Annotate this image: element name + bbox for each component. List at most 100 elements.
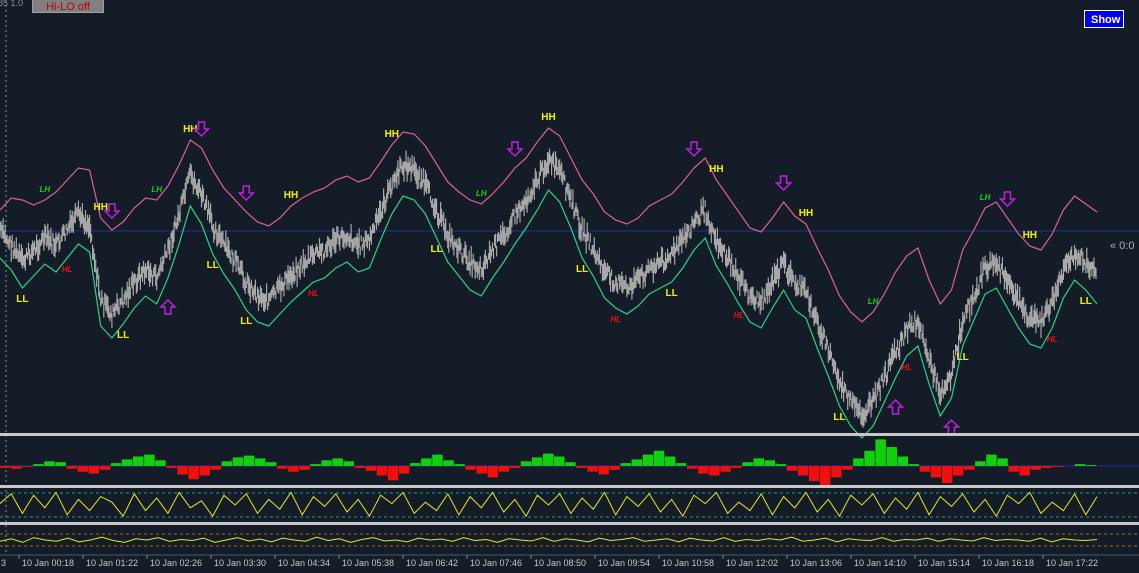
time-tick-label: 10 Jan 13:06 bbox=[790, 558, 842, 568]
swing-label-hh: HH bbox=[541, 112, 555, 123]
histogram-bar bbox=[941, 466, 953, 484]
time-tick-label: 10 Jan 05:38 bbox=[342, 558, 394, 568]
histogram-bar bbox=[808, 466, 820, 482]
histogram-bar bbox=[199, 466, 210, 476]
histogram-bar bbox=[33, 464, 44, 466]
histogram-bar bbox=[110, 463, 122, 466]
histogram-bar bbox=[310, 464, 321, 466]
histogram-bar bbox=[908, 464, 920, 466]
time-tick-label: 10 Jan 06:42 bbox=[406, 558, 458, 568]
histogram-bar bbox=[742, 462, 753, 466]
swing-label-lh: LH bbox=[39, 185, 50, 194]
histogram-bar bbox=[952, 466, 964, 476]
histogram-bar bbox=[365, 466, 377, 471]
histogram-bar bbox=[675, 463, 687, 466]
histogram-bar bbox=[376, 466, 388, 476]
histogram-bar bbox=[465, 466, 476, 470]
histogram-bar bbox=[875, 439, 886, 466]
time-tick-label: 10 Jan 16:18 bbox=[982, 558, 1034, 568]
histogram-bar bbox=[133, 456, 144, 466]
histogram-bar bbox=[44, 461, 55, 467]
histogram-bar bbox=[842, 466, 853, 470]
histogram-bar bbox=[299, 466, 310, 470]
histogram-bar bbox=[986, 454, 997, 466]
histogram-bar bbox=[598, 466, 609, 475]
histogram-bar bbox=[554, 456, 565, 466]
time-tick-label: 10 Jan 08:50 bbox=[534, 558, 586, 568]
swing-label-ll: LL bbox=[1080, 296, 1092, 307]
time-tick-label: 10 Jan 03:30 bbox=[214, 558, 266, 568]
histogram-bar bbox=[764, 460, 776, 466]
histogram-bar bbox=[753, 458, 764, 466]
histogram-bar bbox=[332, 458, 343, 466]
histogram-bar bbox=[975, 461, 986, 467]
histogram-bar bbox=[897, 456, 908, 466]
time-tick-label: 10 Jan 07:46 bbox=[470, 558, 522, 568]
histogram-bar bbox=[410, 463, 421, 466]
histogram-bar bbox=[354, 466, 366, 468]
show-button[interactable]: Show bbox=[1084, 10, 1124, 28]
histogram-bar bbox=[210, 466, 221, 470]
time-tick-label: 10 Jan 17:22 bbox=[1046, 558, 1098, 568]
swing-label-ll: LL bbox=[665, 288, 677, 299]
histogram-bar bbox=[576, 466, 587, 468]
price-chart-area[interactable]: LL LH HL HH LL LH HH LL LL HH HL HH LL LH HH LL HL LL HH HL… bbox=[0, 0, 1139, 569]
time-tick-label: 10 Jan 10:58 bbox=[662, 558, 714, 568]
swing-label-ll: LL bbox=[430, 244, 442, 255]
swing-label-lh: LH bbox=[980, 193, 991, 202]
histogram-bar bbox=[631, 459, 643, 466]
histogram-bar bbox=[66, 466, 77, 469]
histogram-bar bbox=[155, 460, 166, 466]
swing-label-ll: LL bbox=[207, 260, 219, 271]
histogram-bar bbox=[487, 466, 499, 478]
swing-label-ll: LL bbox=[957, 352, 969, 363]
time-tick-label: 10 Jan 09:54 bbox=[598, 558, 650, 568]
pane-separator-1 bbox=[0, 433, 1139, 436]
histogram-bar bbox=[254, 458, 266, 466]
histogram-bar bbox=[709, 466, 720, 476]
histogram-bar bbox=[88, 466, 100, 474]
swing-label-hl: HL bbox=[901, 363, 912, 372]
histogram-bar bbox=[1052, 466, 1064, 467]
chart-background bbox=[0, 0, 1139, 569]
pane-separator-2 bbox=[0, 485, 1139, 488]
histogram-bar bbox=[1041, 466, 1053, 468]
swing-label-ll: LL bbox=[576, 264, 588, 275]
time-tick-label: 10 Jan 04:34 bbox=[278, 558, 330, 568]
swing-label-hl: HL bbox=[1047, 335, 1058, 344]
histogram-bar bbox=[387, 466, 399, 481]
swing-label-ll: LL bbox=[833, 412, 845, 423]
histogram-bar bbox=[964, 466, 975, 470]
histogram-bar bbox=[421, 458, 432, 466]
hilo-toggle-button[interactable]: Hi-LO off bbox=[32, 0, 104, 13]
histogram-bar bbox=[443, 460, 454, 466]
histogram-bar bbox=[731, 466, 742, 468]
histogram-bar bbox=[343, 461, 354, 467]
histogram-bar bbox=[1008, 466, 1019, 472]
swing-label-hl: HL bbox=[62, 265, 73, 274]
histogram-bar bbox=[77, 466, 89, 472]
histogram-bar bbox=[609, 466, 620, 470]
time-axis-left-tick: 3 bbox=[1, 558, 6, 568]
time-tick-label: 10 Jan 02:26 bbox=[150, 558, 202, 568]
current-price-tag: « 0:0 bbox=[1110, 240, 1135, 252]
histogram-bar bbox=[664, 456, 676, 466]
histogram-bar bbox=[177, 466, 188, 475]
histogram-bar bbox=[1030, 466, 1041, 470]
chart-canvas[interactable]: LL LH HL HH LL LH HH LL LL HH HL HH LL LH HH LL HL LL HH HL… bbox=[0, 0, 1139, 569]
histogram-bar bbox=[587, 466, 598, 472]
histogram-bar bbox=[930, 466, 942, 478]
histogram-bar bbox=[398, 466, 410, 474]
histogram-bar bbox=[997, 458, 1008, 466]
histogram-bar bbox=[687, 466, 698, 469]
histogram-bar bbox=[531, 457, 543, 466]
histogram-bar bbox=[565, 462, 576, 466]
pane-separator-3 bbox=[0, 522, 1139, 525]
histogram-bar bbox=[321, 460, 332, 466]
swing-label-hh: HH bbox=[799, 208, 813, 219]
histogram-bar bbox=[121, 459, 133, 466]
time-tick-label: 10 Jan 01:22 bbox=[86, 558, 138, 568]
histogram-bar bbox=[831, 466, 842, 478]
histogram-bar bbox=[454, 464, 465, 466]
histogram-bar bbox=[1074, 464, 1086, 466]
